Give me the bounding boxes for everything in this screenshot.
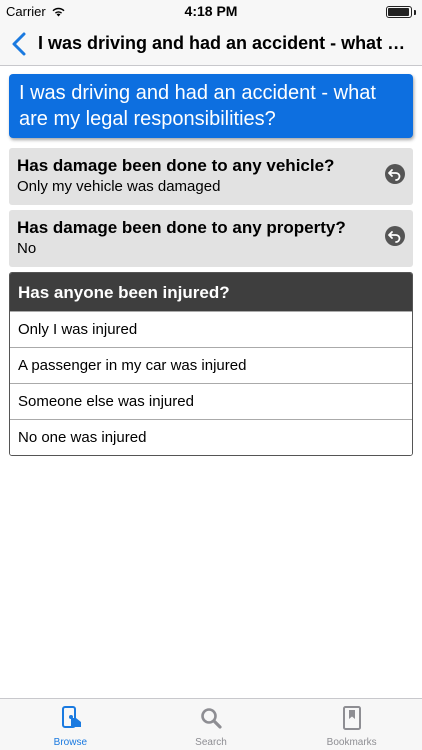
chevron-left-icon — [12, 32, 26, 56]
status-time: 4:18 PM — [184, 3, 238, 19]
answered-question-text: Has damage been done to any vehicle? — [17, 156, 335, 175]
tab-bookmarks[interactable]: Bookmarks — [281, 699, 422, 750]
answered-question-text: Has damage been done to any property? — [17, 218, 346, 237]
option-no-one-injured[interactable]: No one was injured — [10, 419, 412, 455]
undo-arrow-icon — [388, 231, 401, 243]
tab-label: Browse — [53, 737, 88, 748]
search-icon — [201, 708, 222, 729]
tab-label: Bookmarks — [326, 737, 377, 748]
back-button[interactable] — [8, 30, 34, 58]
tab-label: Search — [195, 737, 227, 748]
navigation-bar: I was driving and had an accident - what… — [0, 22, 422, 66]
bookmark-icon — [342, 706, 361, 730]
option-someone-else-injured[interactable]: Someone else was injured — [10, 383, 412, 419]
main-question: I was driving and had an accident - what… — [9, 74, 413, 138]
current-question-panel: Has anyone been injured? Only I was inju… — [9, 272, 413, 456]
answered-answer-text: Only my vehicle was damaged — [17, 178, 221, 195]
undo-icon[interactable] — [385, 164, 405, 184]
undo-arrow-icon — [388, 169, 401, 181]
browse-icon — [62, 706, 82, 728]
battery-icon — [386, 6, 412, 18]
current-question-title: Has anyone been injured? — [10, 273, 412, 311]
tab-bar: Browse Search Bookmarks — [0, 698, 422, 750]
option-only-i-injured[interactable]: Only I was injured — [10, 311, 412, 347]
tab-browse[interactable]: Browse — [0, 699, 141, 750]
battery-fill — [388, 8, 409, 16]
undo-icon[interactable] — [385, 226, 405, 246]
answered-question-vehicle: Has damage been done to any vehicle? Onl… — [9, 148, 413, 205]
status-bar: Carrier 4:18 PM — [0, 0, 422, 22]
nav-title: I was driving and had an accident - what… — [38, 33, 414, 53]
battery-tip — [414, 10, 416, 15]
answered-answer-text: No — [17, 240, 37, 257]
answered-question-property: Has damage been done to any property? No — [9, 210, 413, 267]
option-passenger-injured[interactable]: A passenger in my car was injured — [10, 347, 412, 383]
tab-search[interactable]: Search — [141, 699, 282, 750]
